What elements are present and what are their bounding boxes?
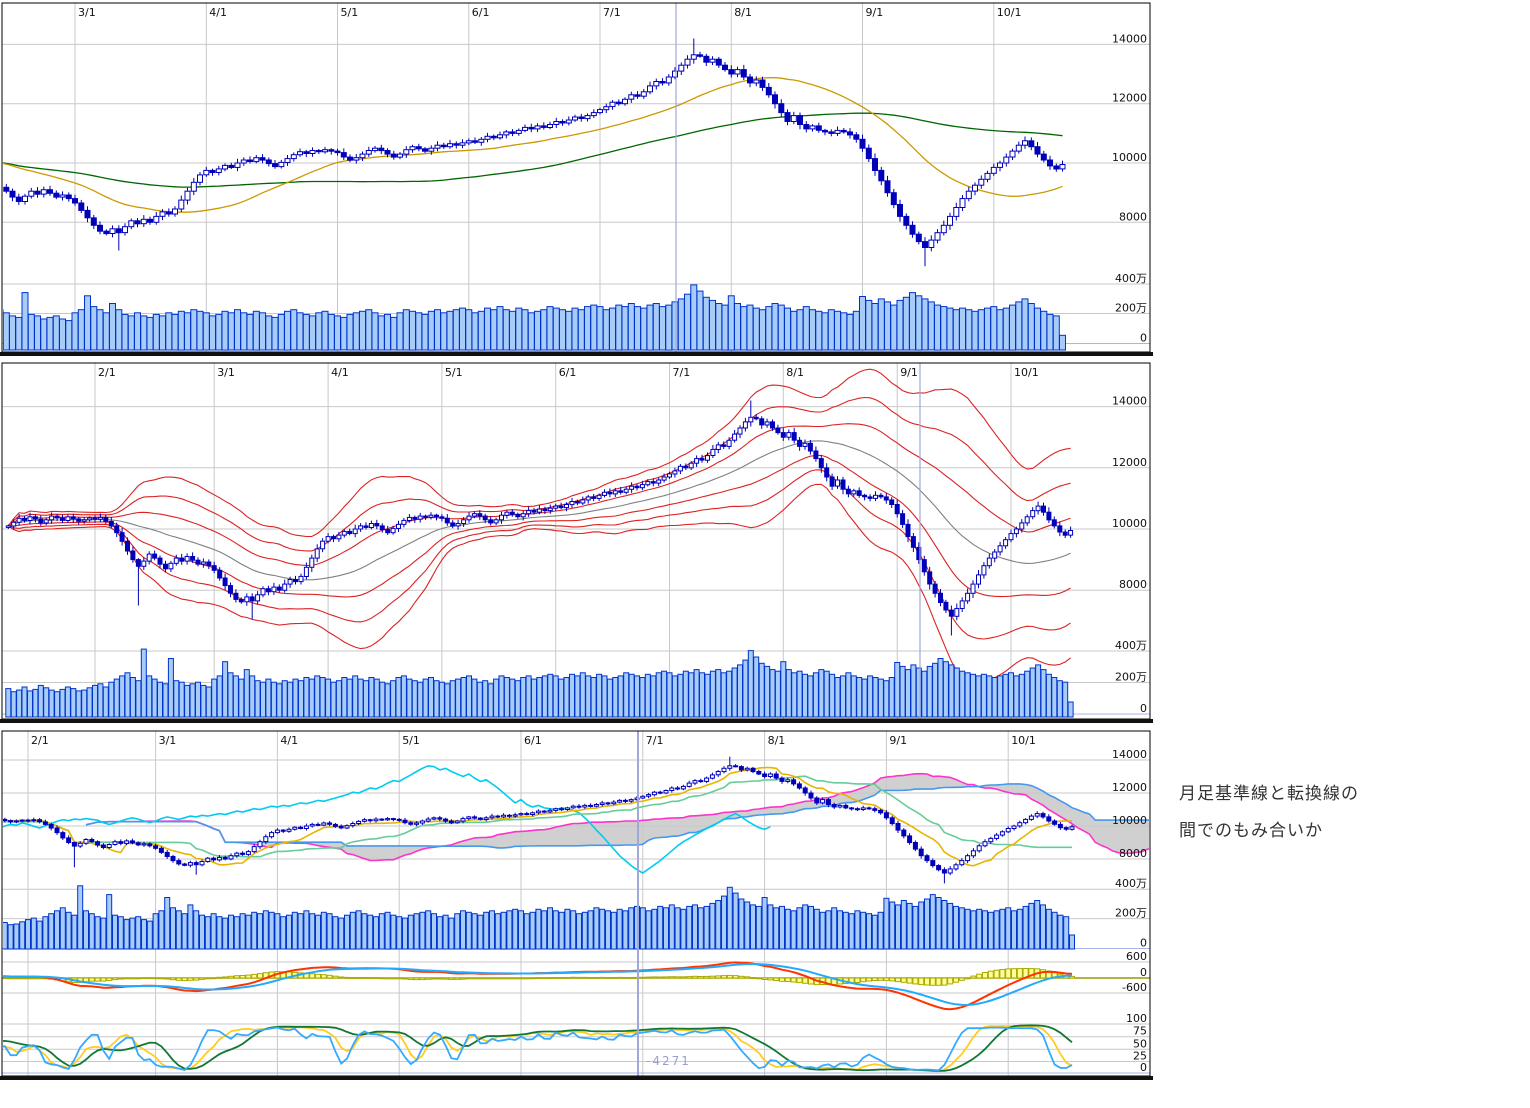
x-axis-month-label: 6/1 <box>559 366 577 379</box>
y-axis-label: 10000 <box>1112 151 1147 164</box>
y-axis-label: 8000 <box>1119 847 1147 860</box>
panel-ichimoku: 2/1 3/1 4/1 5/1 6/1 7/1 8/1 9/1 10/1 14000 12000 10… <box>0 731 1165 1080</box>
panel-bottom-bar <box>0 719 1153 723</box>
panel-bottom-bar <box>0 1076 1153 1080</box>
panel-daily: 3/1 4/1 5/1 6/1 7/1 8/1 9/1 10/1 14000 12000 10000… <box>0 3 1153 356</box>
y-axis-label: 0 <box>1140 702 1147 715</box>
y-axis-label: 0 <box>1140 937 1147 950</box>
y-axis-label: 100 <box>1126 1012 1147 1025</box>
x-axis-month-label: 9/1 <box>889 734 907 747</box>
x-axis-month-label: 8/1 <box>768 734 786 747</box>
y-axis-label: 14000 <box>1112 748 1147 761</box>
annotation-note: 月足基準線と転換線の 間でのもみ合いか <box>1179 776 1509 850</box>
y-axis-label: 8000 <box>1119 578 1147 591</box>
x-axis-month-label: 8/1 <box>734 6 752 19</box>
y-axis-label: 14000 <box>1112 395 1147 408</box>
panel-bollinger: 2/1 3/1 4/1 5/1 6/1 7/1 8/1 9/1 10/1 14000 12000 10… <box>0 363 1153 723</box>
panel-bollinger-plot[interactable] <box>2 363 1150 719</box>
y-axis-label: 10000 <box>1112 814 1147 827</box>
y-axis-label: 600 <box>1126 950 1147 963</box>
x-axis-month-label: 9/1 <box>900 366 918 379</box>
y-axis-label: 200万 <box>1115 671 1147 684</box>
y-axis-label: 8000 <box>1119 210 1147 223</box>
annotation-line-2: 間でのもみ合いか <box>1179 813 1509 850</box>
x-axis-month-label: 7/1 <box>673 366 691 379</box>
panel-daily-plot[interactable] <box>2 3 1150 352</box>
y-axis-label: 12000 <box>1112 92 1147 105</box>
panel-bottom-bar <box>0 352 1153 356</box>
x-axis-month-label: 6/1 <box>524 734 542 747</box>
x-axis-month-label: 10/1 <box>997 6 1022 19</box>
x-axis-month-label: 5/1 <box>341 6 359 19</box>
stock-charts-svg: 3/14/15/16/17/18/19/110/1140001200010000… <box>0 0 1530 1108</box>
x-axis-month-label: 6/1 <box>472 6 490 19</box>
x-axis-month-label: 10/1 <box>1011 734 1036 747</box>
x-axis-month-label: 4/1 <box>280 734 298 747</box>
chart-workspace: 3/14/15/16/17/18/19/110/1140001200010000… <box>0 0 1530 1108</box>
y-axis-label: 10000 <box>1112 517 1147 530</box>
y-axis-label: 200万 <box>1115 302 1147 315</box>
x-axis-month-label: 5/1 <box>445 366 463 379</box>
x-axis-month-label: 2/1 <box>31 734 49 747</box>
x-axis-month-label: 3/1 <box>159 734 177 747</box>
y-axis-label: -600 <box>1122 981 1147 994</box>
x-axis-month-label: 3/1 <box>78 6 96 19</box>
x-axis-month-label: 9/1 <box>866 6 884 19</box>
y-axis-label: 50 <box>1133 1037 1147 1050</box>
y-axis-label: 12000 <box>1112 456 1147 469</box>
x-axis-month-label: 5/1 <box>402 734 420 747</box>
x-axis-month-label: 3/1 <box>217 366 235 379</box>
x-axis-month-label: 4/1 <box>331 366 349 379</box>
x-axis-month-label: 7/1 <box>603 6 621 19</box>
y-axis-label: 14000 <box>1112 32 1147 45</box>
y-axis-label: 0 <box>1140 966 1147 979</box>
x-axis-month-label: 7/1 <box>646 734 664 747</box>
crosshair-value-label: -4271 <box>646 1054 691 1068</box>
x-axis-month-label: 4/1 <box>209 6 227 19</box>
y-axis-label: 75 <box>1133 1025 1147 1038</box>
y-axis-label: 12000 <box>1112 781 1147 794</box>
y-axis-label: 400万 <box>1115 639 1147 652</box>
annotation-line-1: 月足基準線と転換線の <box>1179 776 1509 813</box>
x-axis-month-label: 10/1 <box>1014 366 1039 379</box>
y-axis-label: 200万 <box>1115 907 1147 920</box>
y-axis-label: 0 <box>1140 1061 1147 1074</box>
y-axis-label: 0 <box>1140 332 1147 345</box>
y-axis-label: 400万 <box>1115 272 1147 285</box>
x-axis-month-label: 8/1 <box>786 366 804 379</box>
y-axis-label: 400万 <box>1115 877 1147 890</box>
x-axis-month-label: 2/1 <box>98 366 116 379</box>
